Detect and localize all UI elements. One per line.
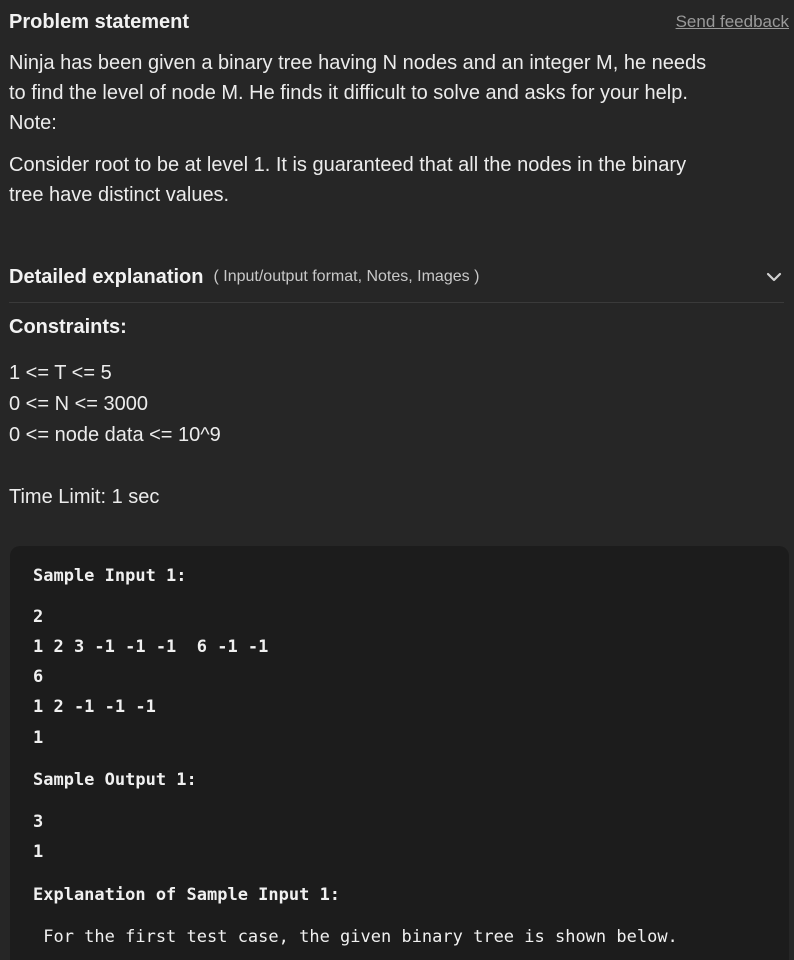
chevron-down-icon[interactable]: [764, 267, 784, 287]
constraint-item: 0 <= N <= 3000: [9, 393, 149, 415]
page-title: Problem statement: [9, 10, 190, 33]
constraint-item: 1 <= T <= 5: [9, 362, 112, 384]
explanation-text: For the first test case, the given binar…: [33, 927, 678, 947]
sample-input-line: 1 2 3 -1 -1 -1 6 -1 -1: [33, 637, 269, 657]
note-paragraph: Consider root to be at level 1. It is gu…: [9, 150, 774, 210]
constraints-title: Constraints:: [9, 316, 127, 338]
constraint-item: 0 <= node data <= 10^9: [9, 424, 221, 446]
sample-input-line: 1 2 -1 -1 -1: [33, 697, 156, 717]
sample-output-title: Sample Output 1:: [33, 770, 197, 790]
statement-line: Ninja has been given a binary tree havin…: [9, 52, 707, 74]
time-limit: Time Limit: 1 sec: [9, 486, 160, 508]
send-feedback-link[interactable]: Send feedback: [676, 12, 789, 32]
statement-note-label: Note:: [9, 112, 57, 134]
sample-input-title: Sample Input 1:: [33, 566, 187, 586]
sample-output-line: 1: [33, 842, 44, 862]
explanation-title: Explanation of Sample Input 1:: [33, 885, 341, 905]
sample-input-line: 2: [33, 607, 44, 627]
statement-paragraph: Ninja has been given a binary tree havin…: [9, 48, 774, 138]
statement-line: to find the level of node M. He finds it…: [9, 82, 688, 104]
header: Problem statement Send feedback: [9, 8, 789, 36]
sample-input-line: 1: [33, 728, 44, 748]
note-line: Consider root to be at level 1. It is gu…: [9, 154, 687, 176]
sample-output-line: 3: [33, 812, 44, 832]
note-line: tree have distinct values.: [9, 184, 230, 206]
divider: [9, 302, 784, 303]
detailed-explanation-title: Detailed explanation: [9, 265, 204, 288]
sample-input-line: 6: [33, 667, 44, 687]
detailed-explanation-toggle[interactable]: Detailed explanation ( Input/output form…: [9, 260, 784, 294]
detailed-explanation-subtitle: ( Input/output format, Notes, Images ): [213, 268, 480, 285]
